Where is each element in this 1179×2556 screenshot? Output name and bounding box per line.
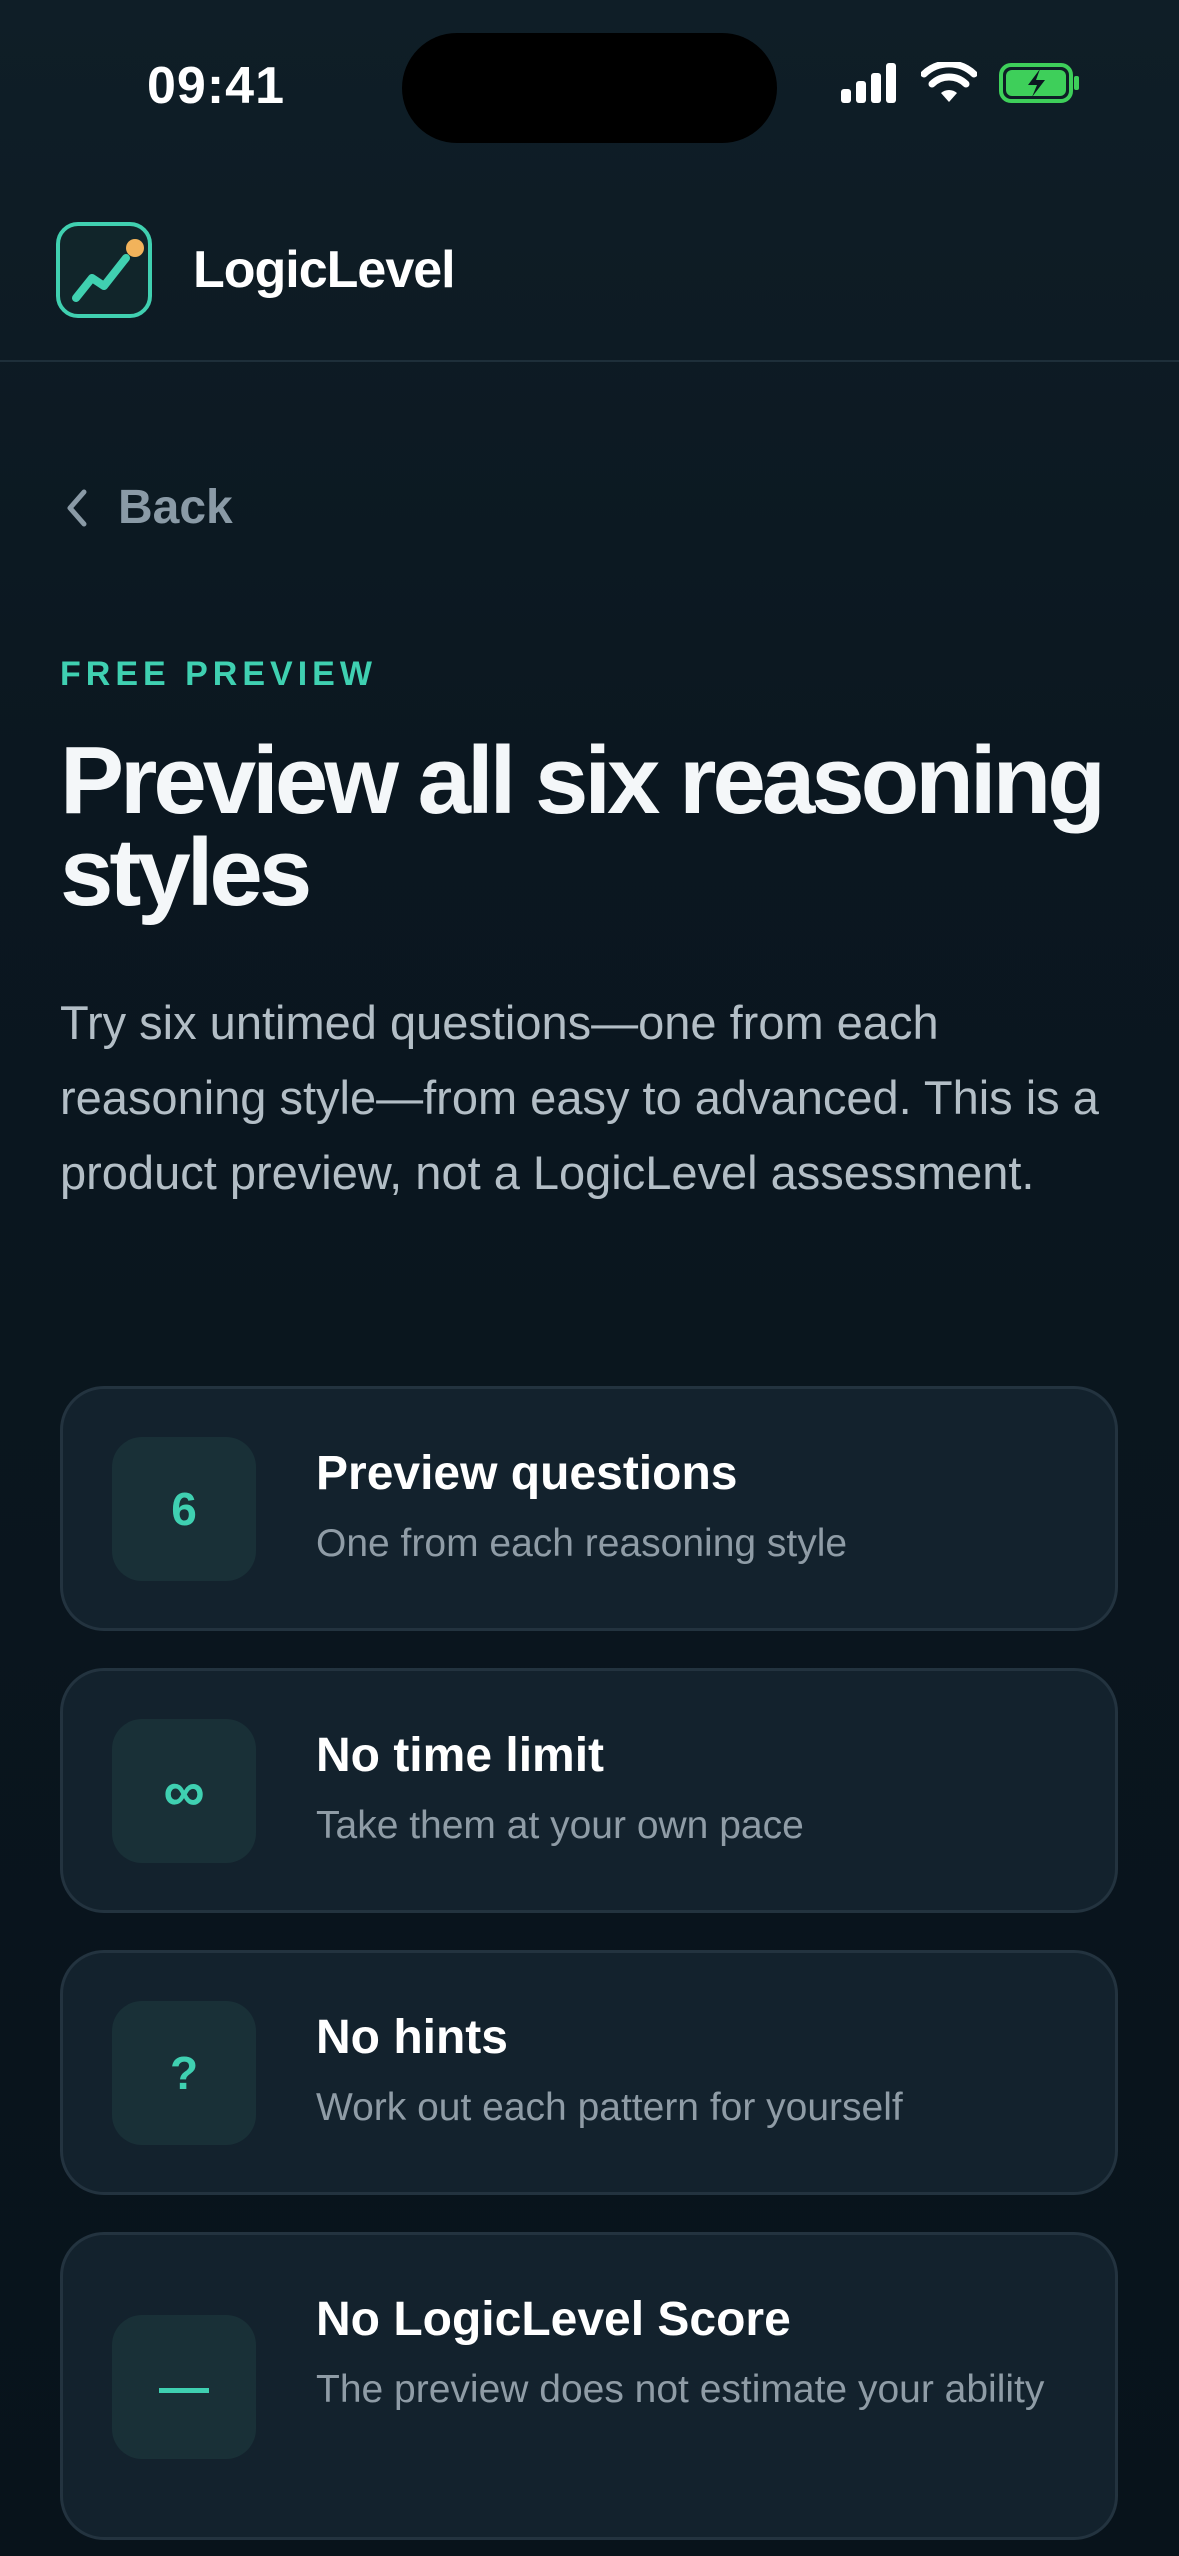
page-title: Preview all six reasoning styles: [60, 727, 1106, 926]
dash-icon: —: [112, 2315, 256, 2459]
question-mark-icon: ?: [112, 2001, 256, 2145]
feature-card-questions: 6 Preview questions One from each reason…: [60, 1386, 1118, 1631]
feature-card-time: ∞ No time limit Take them at your own pa…: [60, 1668, 1118, 1913]
feature-card-hints: ? No hints Work out each pattern for you…: [60, 1950, 1118, 2195]
number-badge: 6: [112, 1437, 256, 1581]
feature-subtitle: Work out each pattern for yourself: [316, 2086, 903, 2129]
feature-title: No LogicLevel Score: [316, 2293, 791, 2346]
dynamic-island: [402, 33, 777, 143]
page-description: Try six untimed questions—one from each …: [60, 996, 1099, 1199]
feature-subtitle: Take them at your own pace: [316, 1804, 804, 1847]
feature-title: No hints: [316, 2011, 508, 2064]
feature-card-score: — No LogicLevel Score The preview does n…: [60, 2232, 1118, 2540]
status-time: 09:41: [147, 57, 285, 115]
feature-subtitle: One from each reasoning style: [316, 1522, 848, 1565]
back-button[interactable]: Back: [66, 480, 233, 535]
wifi-icon: [921, 62, 977, 102]
status-bar: 09:41: [0, 0, 1179, 180]
eyebrow-label: FREE PREVIEW: [60, 655, 377, 693]
chevron-left-icon: [67, 489, 87, 526]
logo-icon: [56, 222, 152, 318]
feature-title: No time limit: [316, 1729, 605, 1782]
signal-icon: [841, 63, 896, 103]
feature-title: Preview questions: [316, 1447, 738, 1500]
infinity-icon: ∞: [112, 1719, 256, 1863]
app-header: LogicLevel: [0, 200, 1179, 362]
feature-subtitle: The preview does not estimate your abili…: [316, 2368, 1045, 2411]
battery-charging-icon: [999, 63, 1079, 103]
app-name: LogicLevel: [193, 241, 456, 299]
back-label: Back: [118, 481, 233, 534]
status-icons: [839, 62, 1081, 104]
